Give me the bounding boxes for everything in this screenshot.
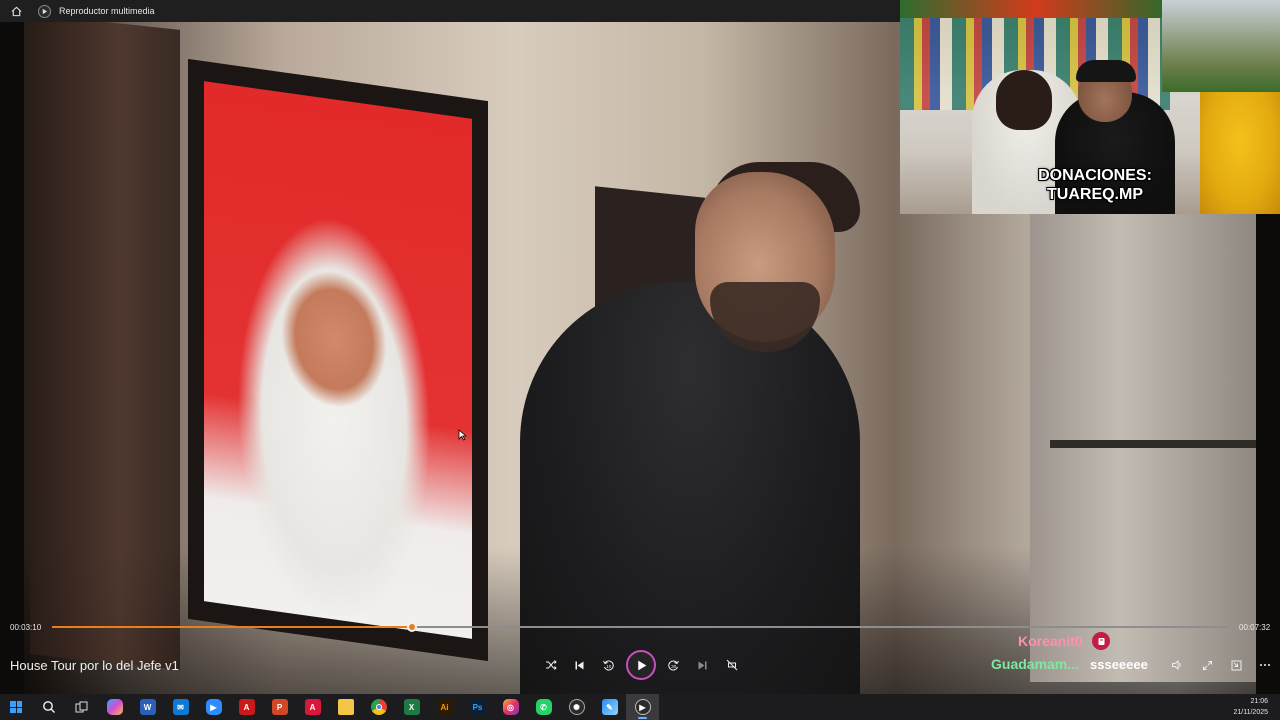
- mouse-cursor-icon: [458, 429, 468, 444]
- media-title: House Tour por lo del Jefe v1: [10, 658, 179, 673]
- rewind-10-icon[interactable]: 10: [594, 650, 623, 680]
- forward-30-icon[interactable]: 30: [659, 650, 688, 680]
- chat-username: Koreanit0: [1018, 633, 1083, 649]
- donation-line-1: DONACIONES:: [1038, 167, 1152, 184]
- chatgpt-icon[interactable]: ✺: [560, 694, 593, 720]
- volume-icon[interactable]: [1166, 655, 1188, 675]
- seek-progress: [52, 626, 412, 628]
- seek-thumb[interactable]: [406, 622, 417, 632]
- system-clock[interactable]: 21:06 21/11/2025: [1233, 696, 1268, 718]
- donation-line-2: TUAREQ.MP: [1047, 186, 1143, 203]
- letterbox-left: [0, 22, 24, 694]
- media-player-app-icon: [38, 4, 51, 18]
- word-icon[interactable]: W: [131, 694, 164, 720]
- zoom-icon[interactable]: ▶: [197, 694, 230, 720]
- chat-badge-icon: [1092, 632, 1110, 650]
- paint-icon[interactable]: ✎: [593, 694, 626, 720]
- chat-message: ssseeeee: [1090, 657, 1148, 672]
- video-painting: [204, 81, 472, 639]
- powerpoint-icon[interactable]: P: [263, 694, 296, 720]
- home-icon[interactable]: [0, 0, 32, 22]
- current-time: 00:03:10: [10, 623, 42, 632]
- video-door-handle: [1050, 440, 1256, 448]
- taskbar-search-icon[interactable]: [32, 694, 65, 720]
- donation-overlay-text: DONACIONES: TUAREQ.MP: [1030, 166, 1160, 204]
- illustrator-icon[interactable]: Ai: [428, 694, 461, 720]
- video-mirror-frame: [30, 22, 180, 670]
- chips-bag: [1200, 92, 1280, 214]
- acrobat-icon[interactable]: A: [230, 694, 263, 720]
- transport-controls: 10 30: [536, 650, 746, 680]
- photoshop-icon[interactable]: Ps: [461, 694, 494, 720]
- fullscreen-icon[interactable]: [1196, 655, 1218, 675]
- mini-player-icon[interactable]: [1225, 655, 1247, 675]
- svg-text:30: 30: [671, 664, 677, 669]
- media-player-window: Reproductor multimedia DONACIONES: TUARE…: [0, 0, 1280, 720]
- copilot-icon[interactable]: [98, 694, 131, 720]
- outlook-icon[interactable]: ✉: [164, 694, 197, 720]
- window-title: Reproductor multimedia: [59, 6, 155, 16]
- file-explorer-icon[interactable]: [329, 694, 362, 720]
- next-icon[interactable]: [688, 650, 717, 680]
- play-icon: [637, 660, 646, 670]
- previous-icon[interactable]: [565, 650, 594, 680]
- shuffle-icon[interactable]: [536, 650, 565, 680]
- instagram-icon[interactable]: ◎: [494, 694, 527, 720]
- racing-game-monitor: [1162, 0, 1280, 92]
- task-view-icon[interactable]: [65, 694, 98, 720]
- chat-username: Guadamam...: [991, 656, 1079, 672]
- repeat-off-icon[interactable]: [717, 650, 746, 680]
- excel-icon[interactable]: X: [395, 694, 428, 720]
- more-icon[interactable]: [1254, 655, 1276, 675]
- start-button[interactable]: [0, 694, 32, 720]
- clock-date: 21/11/2025: [1233, 709, 1268, 716]
- windows-taskbar: W ✉ ▶ A P A X Ai Ps ◎ ✆ ✺ ✎ ▶: [0, 694, 1280, 720]
- whatsapp-icon[interactable]: ✆: [527, 694, 560, 720]
- chrome-icon[interactable]: [362, 694, 395, 720]
- adobe-icon[interactable]: A: [296, 694, 329, 720]
- play-button[interactable]: [626, 650, 656, 680]
- svg-text:10: 10: [606, 664, 612, 669]
- video-person: [510, 162, 870, 694]
- seek-bar[interactable]: [52, 622, 1228, 632]
- clock-time: 21:06: [1250, 698, 1268, 705]
- total-time: 00:07:32: [1239, 623, 1271, 632]
- media-player-taskbar-icon[interactable]: ▶: [626, 694, 659, 720]
- windows-logo-icon: [10, 701, 22, 713]
